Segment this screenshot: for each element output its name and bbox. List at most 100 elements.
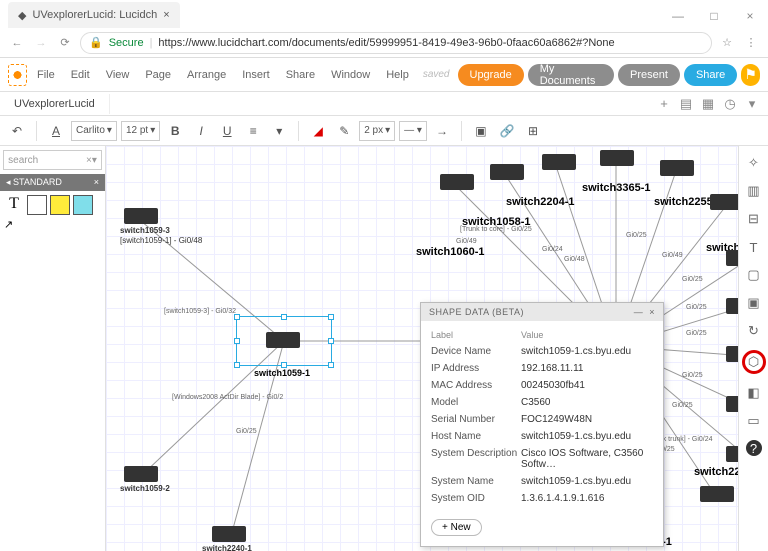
shape-text[interactable]: T <box>4 195 24 215</box>
mydocs-button[interactable]: My Documents <box>528 64 614 86</box>
link-icon[interactable]: 🔗 <box>496 120 518 142</box>
tab-close-icon[interactable]: × <box>163 9 169 21</box>
menu-page[interactable]: Page <box>139 65 177 85</box>
window-close-icon[interactable]: × <box>732 4 768 28</box>
actions-icon[interactable]: ◧ <box>745 384 763 402</box>
saved-indicator: saved <box>423 69 450 80</box>
search-input[interactable]: search × ▾ <box>3 150 102 170</box>
panel-header[interactable]: SHAPE DATA (BETA) — × <box>421 303 663 321</box>
italic-icon[interactable]: I <box>190 120 212 142</box>
revision-icon[interactable]: ◷ <box>722 96 738 112</box>
text-panel-icon[interactable]: T <box>745 238 763 256</box>
linestyle-select[interactable]: — ▾ <box>399 121 427 141</box>
document-tab[interactable]: UVexplorerLucid <box>0 94 110 114</box>
settings-dropdown-icon[interactable]: ▾ <box>744 96 760 112</box>
menu-share[interactable]: Share <box>280 65 321 85</box>
text-color-icon[interactable]: A <box>45 120 67 142</box>
shape-data-icon[interactable]: ⬡ <box>742 350 766 374</box>
shape-note[interactable] <box>50 195 70 215</box>
node-spoke[interactable] <box>700 486 734 502</box>
shape-data-panel[interactable]: SHAPE DATA (BETA) — × LabelValue Device … <box>420 302 664 547</box>
search-expand-icon[interactable]: ▾ <box>92 155 97 166</box>
menu-insert[interactable]: Insert <box>236 65 276 85</box>
shape-rect[interactable] <box>27 195 47 215</box>
share-button[interactable]: Share <box>684 64 737 86</box>
panel-close-icon[interactable]: × <box>94 177 99 188</box>
font-select[interactable]: Carlito ▾ <box>71 121 117 141</box>
app-logo-icon[interactable] <box>8 64 27 86</box>
nav-reload-icon[interactable]: ⟳ <box>56 36 74 49</box>
menu-file[interactable]: File <box>31 65 61 85</box>
undo-icon[interactable]: ↶ <box>6 120 28 142</box>
node-spoke[interactable] <box>726 250 738 266</box>
menu-arrange[interactable]: Arrange <box>181 65 232 85</box>
node-spoke[interactable] <box>440 174 474 190</box>
data-row: System Nameswitch1059-1.cs.byu.edu <box>431 473 653 490</box>
page-icon[interactable]: ▢ <box>745 266 763 284</box>
group-icon[interactable]: ⊞ <box>522 120 544 142</box>
page-settings-icon[interactable]: ▥ <box>745 182 763 200</box>
node-switch1059-2[interactable] <box>124 466 158 482</box>
data-row: MAC Address00245030fb41 <box>431 377 653 394</box>
panel-standard[interactable]: ◂ STANDARD× <box>0 174 105 191</box>
node-switch2240-1[interactable] <box>212 526 246 542</box>
url-text: https://www.lucidchart.com/documents/edi… <box>158 37 614 49</box>
layers-icon[interactable]: ▤ <box>678 96 694 112</box>
panel-close-icon[interactable]: × <box>649 307 655 317</box>
tab-title: UVexplorerLucid: Lucidch <box>32 9 157 21</box>
node-spoke[interactable] <box>600 150 634 166</box>
grid-icon[interactable]: ▦ <box>700 96 716 112</box>
present-button[interactable]: Present <box>618 64 680 86</box>
data-row: ModelC3560 <box>431 394 653 411</box>
browser-tab[interactable]: ◆ UVexplorerLucid: Lucidch × <box>8 2 180 28</box>
underline-icon[interactable]: U <box>216 120 238 142</box>
notifications-button[interactable]: ⚑ <box>741 64 760 86</box>
menu-edit[interactable]: Edit <box>65 65 96 85</box>
canvas[interactable]: switch1059-3 [switch1059-1] - Gi0/48 [sw… <box>106 146 738 551</box>
browser-menu-icon[interactable]: ⋮ <box>742 36 760 49</box>
comments-icon[interactable]: ⊟ <box>745 210 763 228</box>
present-icon[interactable]: ▭ <box>745 412 763 430</box>
node-switch1059-1[interactable] <box>266 332 300 348</box>
master-icon[interactable]: ▣ <box>745 294 763 312</box>
node-spoke[interactable] <box>660 160 694 176</box>
menu-help[interactable]: Help <box>380 65 415 85</box>
nav-back-icon[interactable]: ← <box>8 37 26 49</box>
window-minimize-icon[interactable]: — <box>660 4 696 28</box>
data-row: Serial NumberFOC1249W48N <box>431 411 653 428</box>
bold-icon[interactable]: B <box>164 120 186 142</box>
menu-window[interactable]: Window <box>325 65 376 85</box>
data-row: Device Nameswitch1059-1.cs.byu.edu <box>431 343 653 360</box>
line-color-icon[interactable]: ✎ <box>333 120 355 142</box>
more-text-icon[interactable]: ▾ <box>268 120 290 142</box>
data-row: IP Address192.168.11.11 <box>431 360 653 377</box>
node-spoke[interactable] <box>726 396 738 412</box>
node-spoke[interactable] <box>490 164 524 180</box>
panel-minimize-icon[interactable]: — <box>634 307 644 317</box>
align-icon[interactable]: ≡ <box>242 120 264 142</box>
history-icon[interactable]: ↻ <box>745 322 763 340</box>
node-switch1059-3[interactable] <box>124 208 158 224</box>
node-spoke[interactable] <box>726 346 738 362</box>
new-property-button[interactable]: + New <box>431 519 482 536</box>
shape-line[interactable]: ↗ <box>4 218 24 238</box>
fontsize-select[interactable]: 12 pt ▾ <box>121 121 160 141</box>
bookmark-icon[interactable]: ☆ <box>718 36 736 49</box>
menu-view[interactable]: View <box>100 65 136 85</box>
layout-icon[interactable]: ▣ <box>470 120 492 142</box>
node-spoke[interactable] <box>710 194 738 210</box>
node-spoke[interactable] <box>542 154 576 170</box>
shape-block[interactable] <box>73 195 93 215</box>
add-page-icon[interactable]: + <box>656 96 672 111</box>
node-spoke[interactable] <box>726 446 738 462</box>
node-spoke[interactable] <box>726 298 738 314</box>
window-maximize-icon[interactable]: □ <box>696 4 732 28</box>
help-icon[interactable]: ? <box>746 440 762 456</box>
arrow-icon[interactable]: → <box>431 120 453 142</box>
fill-icon[interactable]: ◢ <box>307 120 329 142</box>
navigator-icon[interactable]: ✧ <box>745 154 763 172</box>
linewidth-select[interactable]: 2 px ▾ <box>359 121 395 141</box>
nav-forward-icon: → <box>32 37 50 49</box>
upgrade-button[interactable]: Upgrade <box>458 64 524 86</box>
address-bar[interactable]: 🔒 Secure | https://www.lucidchart.com/do… <box>80 32 712 54</box>
